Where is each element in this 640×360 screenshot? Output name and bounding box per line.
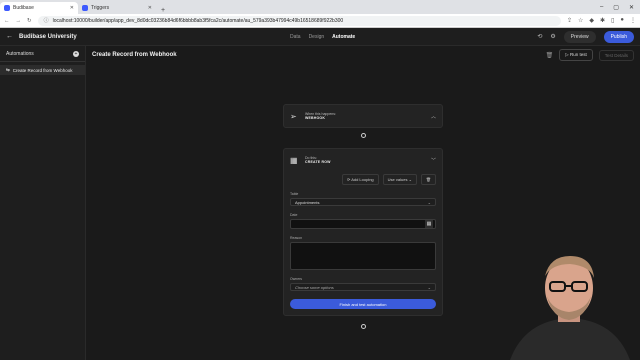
date-field-label: Date [290, 213, 298, 217]
trigger-title: WEBHOOK [305, 116, 326, 120]
table-grid-icon: ▦ [290, 155, 298, 165]
sidebar-heading: Automations [6, 50, 34, 57]
add-automation-icon[interactable]: + [73, 50, 79, 57]
delete-automation-icon[interactable]: 🗑 [546, 52, 554, 59]
use-values-label: Use values [387, 177, 408, 182]
presenter-webcam-overlay [500, 220, 640, 360]
sidebar-item-label: Create Record from Webhook [12, 67, 73, 73]
back-arrow-icon[interactable]: ← [6, 33, 13, 40]
forward-icon[interactable]: → [16, 18, 22, 24]
finish-and-test-button[interactable]: Finish and test automation [290, 299, 436, 309]
chevron-up-icon[interactable]: ︿ [431, 113, 436, 120]
url-text: localhost:10000/builder/app/app_dev_8d0d… [52, 17, 344, 24]
run-test-label: Run test [569, 52, 587, 57]
share-icon[interactable]: ⇪ [567, 17, 572, 24]
action-block-text: Do this: CREATE ROW [305, 156, 331, 164]
minimize-icon[interactable]: – [600, 4, 603, 10]
close-tab-icon[interactable]: ✕ [148, 5, 152, 11]
browser-toolbar: ← → ↻ ⓘ localhost:10000/builder/app/app_… [0, 14, 640, 28]
app-actions: ⟲ ⚙ Preview Publish [537, 30, 634, 43]
trigger-block-header[interactable]: ➢ When this happens: WEBHOOK ︿ [284, 105, 442, 127]
info-icon[interactable]: ⓘ [44, 17, 49, 24]
trigger-block-text: When this happens: WEBHOOK [305, 112, 336, 120]
webhook-send-icon: ➢ [290, 111, 297, 121]
table-field-label: Table [290, 192, 299, 196]
sidebar-item-create-record-from-webhook[interactable]: ⇆ Create Record from Webhook [0, 65, 85, 75]
delete-step-icon[interactable]: 🗑 [420, 174, 436, 185]
browser-extension-icons: ⇪ ☆ ◆ ✱ ▯ ● ⋮ [567, 17, 636, 24]
chevron-down-icon[interactable]: ﹀ [431, 157, 436, 164]
extension-icon[interactable]: ◆ [589, 17, 594, 24]
chevron-down-icon: ⌄ [427, 284, 431, 290]
reason-textarea[interactable] [290, 242, 436, 270]
publish-button[interactable]: Publish [603, 30, 634, 43]
browser-tab-triggers[interactable]: Triggers ✕ [78, 2, 156, 14]
use-values-dropdown[interactable]: Use values ⌄ [382, 174, 417, 185]
new-tab-button[interactable]: + [156, 7, 170, 14]
tab-label: Triggers [91, 5, 110, 11]
settings-gear-icon[interactable]: ⚙ [550, 33, 555, 40]
trigger-block[interactable]: ➢ When this happens: WEBHOOK ︿ [283, 104, 443, 128]
sidepanel-icon[interactable]: ▯ [611, 17, 614, 24]
action-tools: ⟳ Add Looping Use values ⌄ 🗑 [284, 174, 442, 185]
app-top-nav: ← Budibase University Data Design Automa… [0, 28, 640, 46]
sidebar-header: Automations + [0, 46, 85, 62]
app-name: Budibase University [19, 33, 77, 40]
reason-field-label: Reason [290, 236, 303, 240]
automations-sidebar: Automations + ⇆ Create Record from Webho… [0, 46, 86, 360]
table-select-value: Appointments [295, 199, 320, 205]
owners-multiselect[interactable]: Choose some options ⌄ [290, 283, 436, 291]
close-window-icon[interactable]: ✕ [629, 4, 634, 11]
canvas-actions: 🗑 ▷ Run test Test Details [546, 49, 634, 61]
back-icon[interactable]: ← [4, 18, 10, 24]
browser-tab-strip: Budibase ✕ Triggers ✕ + – ▢ ✕ [0, 0, 640, 14]
triggers-favicon-icon [82, 5, 88, 11]
tab-automate[interactable]: Automate [332, 34, 355, 40]
revert-icon[interactable]: ⟲ [537, 33, 542, 40]
run-test-button[interactable]: ▷ Run test [559, 49, 593, 61]
owners-field-label: Owners [290, 277, 303, 281]
tab-label: Budibase [13, 5, 34, 11]
add-step-button-2[interactable] [361, 324, 366, 329]
add-looping-button[interactable]: ⟳ Add Looping [341, 174, 379, 185]
browser-tab-budibase[interactable]: Budibase ✕ [0, 2, 78, 14]
automation-title: Create Record from Webhook [92, 52, 177, 58]
chevron-down-icon: ⌄ [427, 199, 431, 205]
calendar-icon[interactable]: ▦ [425, 220, 433, 228]
budibase-favicon-icon [4, 5, 10, 11]
presenter-image [500, 220, 640, 360]
action-title: CREATE ROW [305, 160, 331, 164]
window-controls: – ▢ ✕ [594, 0, 640, 14]
address-bar[interactable]: ⓘ localhost:10000/builder/app/app_dev_8d… [37, 15, 561, 26]
tab-design[interactable]: Design [309, 34, 325, 40]
action-block-header[interactable]: ▦ Do this: CREATE ROW ﹀ [284, 149, 442, 171]
create-row-block: ▦ Do this: CREATE ROW ﹀ ⟳ Add Looping Us… [283, 148, 443, 316]
profile-avatar-icon[interactable]: ● [620, 17, 624, 24]
owners-placeholder: Choose some options [295, 284, 334, 290]
reload-icon[interactable]: ↻ [27, 18, 32, 24]
preview-button[interactable]: Preview [563, 30, 596, 43]
builder-tabs: Data Design Automate [290, 34, 355, 40]
maximize-icon[interactable]: ▢ [613, 4, 619, 11]
table-select[interactable]: Appointments ⌄ [290, 198, 436, 206]
date-input[interactable]: ▦ [290, 219, 436, 229]
test-details-button[interactable]: Test Details [598, 49, 634, 61]
extensions-puzzle-icon[interactable]: ✱ [600, 17, 605, 24]
add-looping-label: Add Looping [351, 177, 374, 182]
canvas-header: Create Record from Webhook 🗑 ▷ Run test … [86, 46, 640, 64]
kebab-menu-icon[interactable]: ⋮ [630, 17, 636, 24]
automation-icon: ⇆ [6, 67, 10, 72]
bookmark-star-icon[interactable]: ☆ [578, 17, 583, 24]
close-tab-icon[interactable]: ✕ [70, 5, 74, 11]
tab-data[interactable]: Data [290, 34, 301, 40]
add-step-button-1[interactable] [361, 133, 366, 138]
